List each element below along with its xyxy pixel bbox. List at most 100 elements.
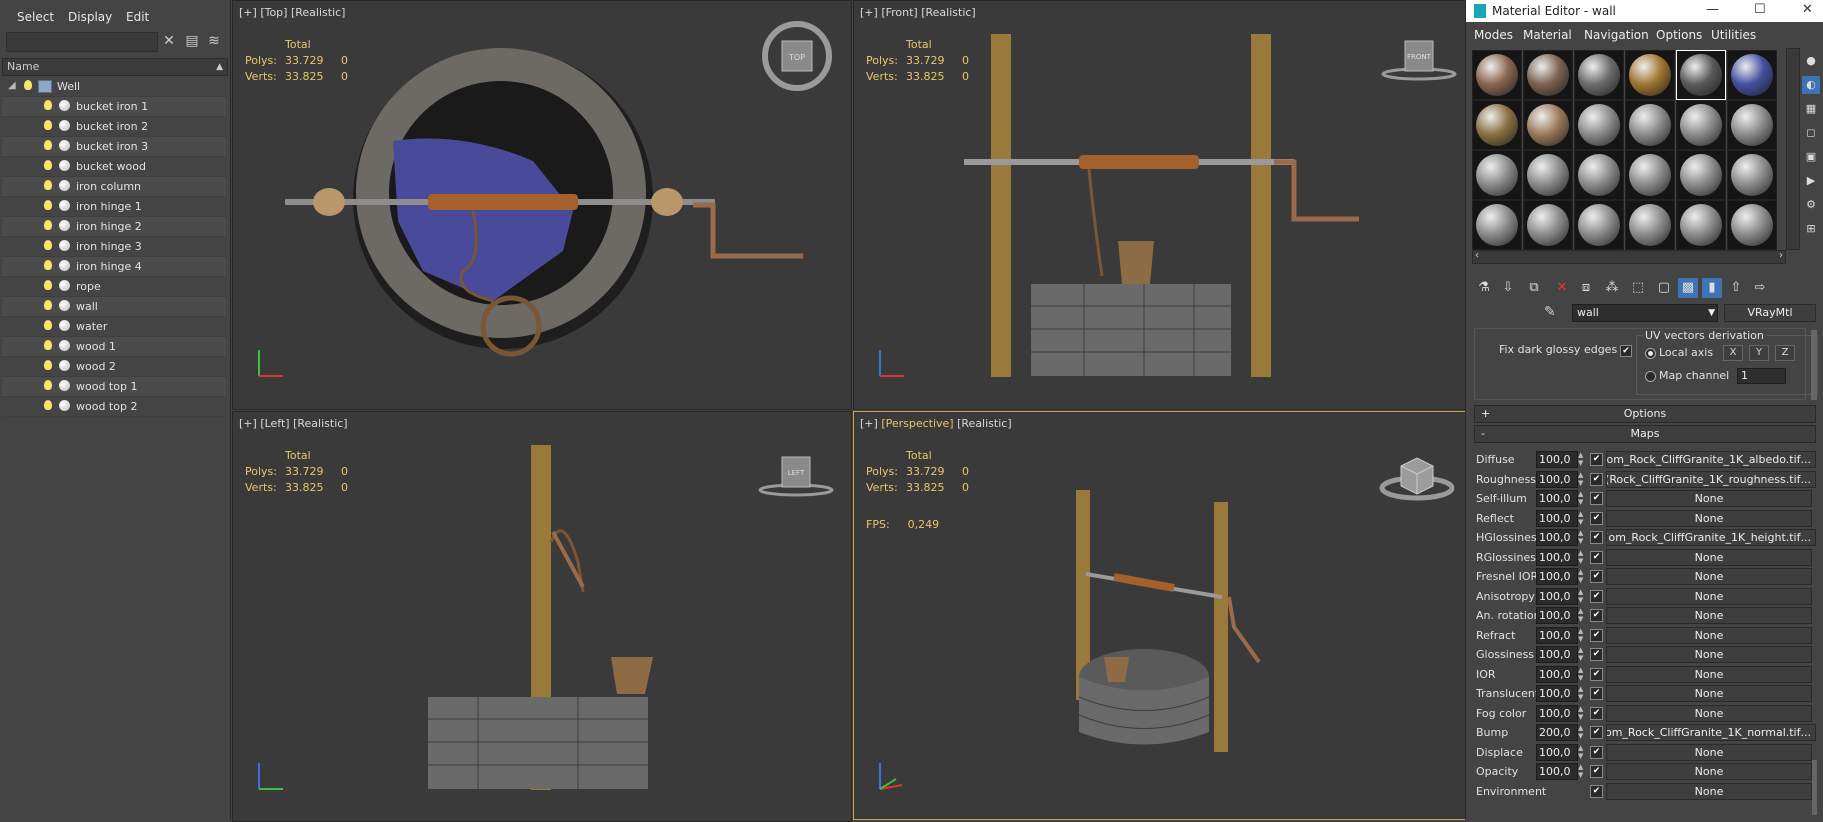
map-amount-input[interactable]: 100,0 [1536,470,1578,488]
amount-spinner-icon[interactable]: ▲ ▼ [1578,549,1586,565]
visibility-bulb-icon[interactable] [44,380,52,390]
visibility-bulb-icon[interactable] [44,200,52,210]
visibility-bulb-icon[interactable] [44,280,52,290]
map-slot-button[interactable]: None [1606,665,1812,683]
map-enable-checkbox[interactable]: ✔ [1590,667,1603,681]
menu-navigation[interactable]: Navigation [1584,28,1649,42]
map-amount-input[interactable]: 100,0 [1536,763,1578,780]
properties-scrollbar[interactable] [1811,330,1817,400]
material-name-field[interactable]: wall ▼ [1572,304,1718,322]
filter-icon[interactable]: ▤ [184,33,200,49]
map-amount-input[interactable]: 100,0 [1536,685,1578,702]
visibility-bulb-icon[interactable] [44,160,52,170]
tree-item[interactable]: wood 1 [2,337,226,357]
map-amount-input[interactable]: 100,0 [1536,509,1578,527]
material-slot[interactable] [1625,150,1675,200]
slots-vertical-scrollbar[interactable] [1786,48,1800,250]
viewport-perspective[interactable]: [+] [Perspective] [Realistic] Total Poly… [853,411,1471,820]
tree-item[interactable]: wood 2 [2,357,226,377]
local-axis-radio[interactable] [1645,348,1656,359]
material-slot[interactable] [1523,50,1573,100]
slots-horizontal-scrollbar[interactable]: ‹ › [1472,250,1786,264]
map-amount-input[interactable]: 100,0 [1536,646,1578,663]
map-amount-input[interactable]: 100,0 [1536,626,1578,644]
tree-item[interactable]: iron column [2,177,226,197]
map-amount-input[interactable]: 100,0 [1536,607,1578,624]
map-enable-checkbox[interactable]: ✔ [1590,472,1603,486]
axis-z-button[interactable]: Z [1775,345,1795,361]
go-forward-sibling-icon[interactable]: ⇨ [1750,278,1770,298]
sample-type-icon[interactable]: ● [1802,52,1820,70]
show-end-result-icon[interactable]: ▮ [1702,278,1722,298]
map-slot-button[interactable]: None [1606,704,1812,722]
menu-material[interactable]: Material [1523,28,1572,42]
tree-item[interactable]: iron hinge 4 [2,257,226,277]
background-icon[interactable]: ▦ [1802,100,1820,118]
tree-item[interactable]: bucket wood [2,157,226,177]
visibility-bulb-icon[interactable] [44,220,52,230]
material-slot[interactable] [1574,50,1624,100]
visibility-bulb-icon[interactable] [24,80,32,90]
material-slot[interactable] [1625,100,1675,150]
fix-dark-glossy-checkbox[interactable]: ✔ [1620,345,1632,357]
map-amount-input[interactable]: 100,0 [1536,587,1578,605]
material-slot[interactable] [1523,150,1573,200]
get-material-icon[interactable]: ⚗ [1474,278,1494,298]
map-enable-checkbox[interactable]: ✔ [1590,609,1603,622]
backlight-icon[interactable]: ◐ [1802,76,1820,94]
map-slot-button[interactable]: None [1606,782,1812,800]
visibility-bulb-icon[interactable] [44,140,52,150]
material-slot[interactable] [1625,50,1675,100]
pick-material-eyedropper-icon[interactable]: ✎ [1544,304,1556,320]
map-channel-input[interactable]: 1 [1737,368,1786,384]
amount-spinner-icon[interactable]: ▲ ▼ [1578,744,1586,760]
viewport-left[interactable]: [+] [Left] [Realistic] Total Polys: 33.72… [232,411,852,822]
material-slot[interactable] [1472,50,1522,100]
tree-item[interactable]: iron hinge 3 [2,237,226,257]
visibility-bulb-icon[interactable] [44,340,52,350]
minimize-button[interactable]: — [1706,2,1719,17]
visibility-bulb-icon[interactable] [44,240,52,250]
visibility-bulb-icon[interactable] [44,180,52,190]
tree-item-root[interactable]: ◢ Well [2,77,226,97]
visibility-bulb-icon[interactable] [44,260,52,270]
map-enable-checkbox[interactable]: ✔ [1590,648,1603,661]
map-amount-input[interactable]: 100,0 [1536,490,1578,507]
map-amount-input[interactable]: 100,0 [1536,451,1578,468]
menu-modes[interactable]: Modes [1474,28,1513,42]
material-slot[interactable] [1574,200,1624,250]
amount-spinner-icon[interactable]: ▲ ▼ [1578,763,1586,779]
map-enable-checkbox[interactable]: ✔ [1590,550,1603,564]
close-button[interactable]: ✕ [1802,2,1813,17]
options-rollout[interactable]: + Options [1474,405,1816,423]
amount-spinner-icon[interactable]: ▲ ▼ [1578,607,1586,623]
map-slot-button[interactable]: None [1606,509,1812,527]
menu-display[interactable]: Display [68,10,112,24]
visibility-bulb-icon[interactable] [44,400,52,410]
tree-item[interactable]: water [2,317,226,337]
amount-spinner-icon[interactable]: ▲ ▼ [1578,490,1586,506]
amount-spinner-icon[interactable]: ▲ ▼ [1578,510,1586,526]
layers-icon[interactable]: ≋ [206,33,222,49]
explorer-search-input[interactable] [6,32,158,52]
material-slot[interactable] [1676,200,1726,250]
dropdown-chevron-icon[interactable]: ▼ [1708,305,1715,321]
material-slot[interactable] [1676,150,1726,200]
menu-edit[interactable]: Edit [126,10,149,24]
map-amount-input[interactable]: 100,0 [1536,743,1578,761]
tree-item[interactable]: bucket iron 3 [2,137,226,157]
select-by-material-icon[interactable]: ⊞ [1802,220,1820,238]
material-slot[interactable] [1676,50,1726,100]
column-header-name[interactable]: Name ▲ [2,58,228,76]
amount-spinner-icon[interactable]: ▲ ▼ [1578,666,1586,682]
material-slot[interactable] [1676,100,1726,150]
reset-map-icon[interactable]: ✕ [1552,278,1572,298]
map-slot-button[interactable]: ...om_Rock_CliffGranite_1K_albedo.tif) [1606,451,1816,468]
map-amount-input[interactable]: 200,0 [1536,724,1578,741]
put-to-library-icon[interactable]: ⬚ [1628,278,1648,298]
map-amount-input[interactable]: 100,0 [1536,568,1578,585]
axis-x-button[interactable]: X [1723,345,1743,361]
visibility-bulb-icon[interactable] [44,360,52,370]
material-slot[interactable] [1727,150,1777,200]
maps-scrollbar[interactable] [1812,760,1817,815]
